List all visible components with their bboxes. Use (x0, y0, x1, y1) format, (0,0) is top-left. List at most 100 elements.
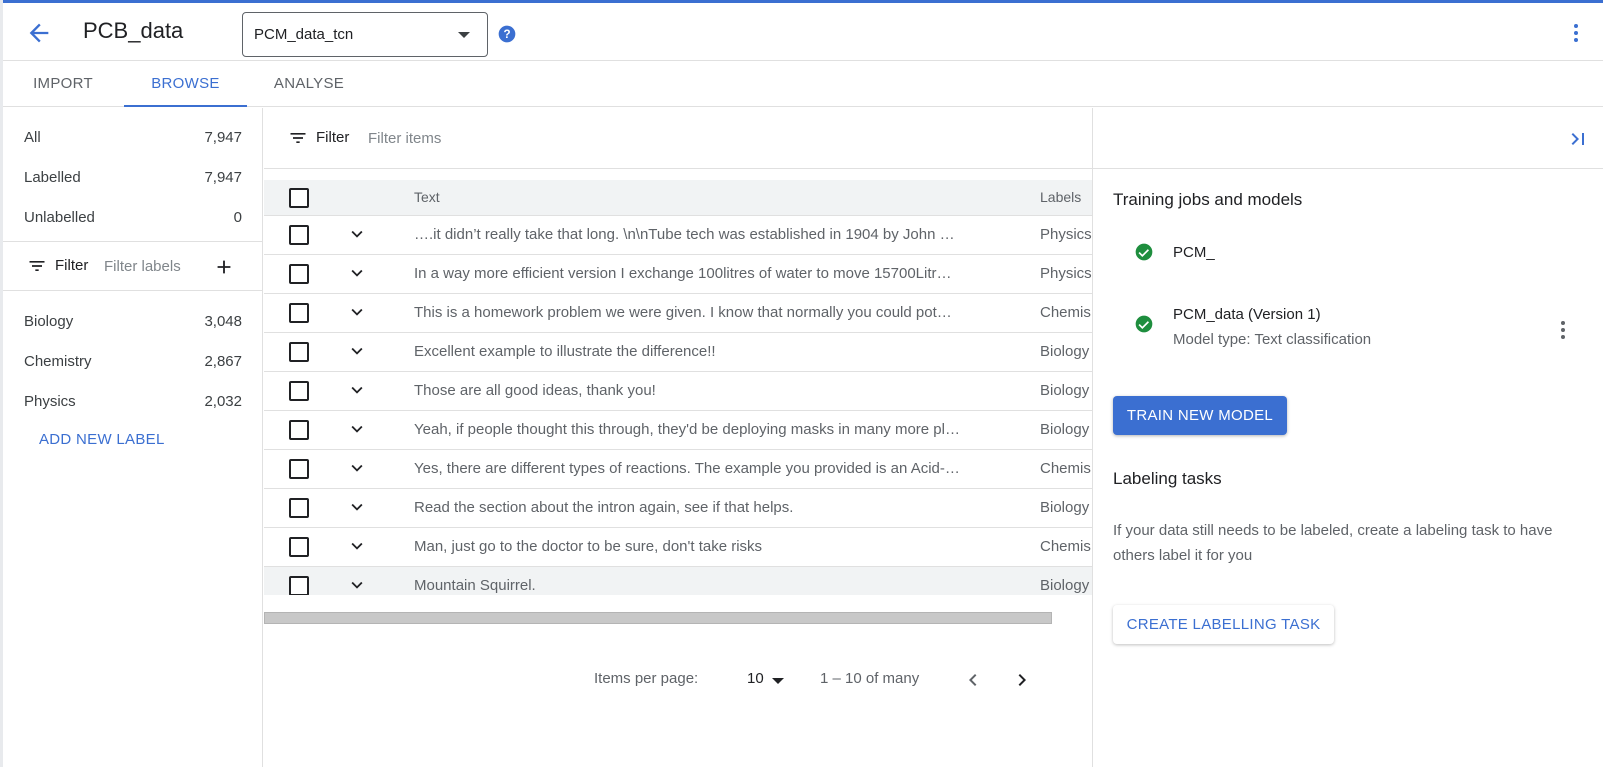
count-row-unlabelled[interactable]: Unlabelled 0 (3, 198, 263, 238)
items-per-page-value: 10 (747, 670, 764, 687)
cell-label: Biology (1040, 421, 1090, 438)
chevron-down-icon[interactable] (346, 496, 368, 518)
dropdown-caret-icon (458, 32, 470, 38)
row-checkbox[interactable] (289, 342, 309, 362)
pagination: Items per page: 10 1 – 10 of many (264, 660, 1092, 700)
tab-browse[interactable]: BROWSE (124, 61, 247, 107)
label-count: 2,867 (204, 353, 242, 370)
cell-text: ….it didn’t really take that long. \n\nT… (414, 226, 955, 243)
svg-text:?: ? (503, 28, 510, 41)
chevron-down-icon[interactable] (346, 574, 368, 595)
model-item[interactable]: PCM_data (Version 1) Model type: Text cl… (1113, 304, 1583, 354)
count-label: Unlabelled (24, 209, 95, 226)
row-checkbox[interactable] (289, 264, 309, 284)
help-icon[interactable]: ? (497, 24, 517, 44)
chevron-down-icon[interactable] (346, 535, 368, 557)
label-count: 3,048 (204, 313, 242, 330)
items-per-page-select[interactable]: 10 (747, 668, 791, 692)
filter-items-input[interactable] (368, 127, 768, 149)
collapse-panel-icon[interactable] (1566, 127, 1590, 151)
page-range: 1 – 10 of many (820, 670, 920, 687)
filter-label: Filter (316, 129, 350, 146)
check-circle-icon (1135, 243, 1153, 261)
table-row[interactable]: This is a homework problem we were given… (264, 294, 1092, 333)
dataset-select[interactable]: PCM_data_tcn (242, 12, 488, 57)
cell-label: Biology (1040, 382, 1090, 399)
count-row-labelled[interactable]: Labelled 7,947 (3, 158, 263, 198)
labeling-description: If your data still needs to be labeled, … (1113, 522, 1553, 564)
table-row[interactable]: Read the section about the intron again,… (264, 489, 1092, 528)
tab-import[interactable]: IMPORT (21, 61, 105, 107)
chevron-right-icon[interactable] (1010, 668, 1034, 692)
table-row[interactable]: Those are all good ideas, thank you! Biol… (264, 372, 1092, 411)
more-vert-icon[interactable] (1551, 318, 1575, 342)
filter-label: Filter (55, 257, 89, 274)
cell-text: This is a homework problem we were given… (414, 304, 952, 321)
row-checkbox[interactable] (289, 303, 309, 323)
model-name: PCM_data (Version 1) (1173, 306, 1321, 323)
count-value: 0 (233, 209, 242, 226)
cell-label: Physics (1040, 226, 1092, 243)
cell-text: Yes, there are different types of reacti… (414, 460, 960, 477)
row-checkbox[interactable] (289, 381, 309, 401)
model-type: Model type: Text classification (1173, 331, 1372, 348)
chevron-down-icon[interactable] (346, 223, 368, 245)
row-checkbox[interactable] (289, 498, 309, 518)
chevron-down-icon[interactable] (346, 379, 368, 401)
table-row[interactable]: Mountain Squirrel. Biology (264, 567, 1092, 595)
table-row[interactable]: In a way more efficient version I exchan… (264, 255, 1092, 294)
cell-text: Read the section about the intron again,… (414, 499, 794, 516)
cell-label: Biology (1040, 577, 1090, 594)
count-value: 7,947 (204, 129, 242, 146)
app-header: PCB_data PCM_data_tcn ? (3, 3, 1603, 61)
row-checkbox[interactable] (289, 225, 309, 245)
cell-text: Mountain Squirrel. (414, 577, 536, 594)
chevron-down-icon[interactable] (346, 301, 368, 323)
column-header-text: Text (414, 189, 440, 205)
add-icon[interactable] (213, 256, 235, 278)
chevron-down-icon[interactable] (346, 457, 368, 479)
model-item[interactable]: PCM_ (1113, 242, 1583, 282)
select-all-checkbox[interactable] (289, 188, 309, 208)
cell-label: Physics (1040, 265, 1092, 282)
cell-label: Chemis (1040, 304, 1091, 321)
train-new-model-button[interactable]: TRAIN NEW MODEL (1113, 396, 1287, 435)
table-row[interactable]: Man, just go to the doctor to be sure, d… (264, 528, 1092, 567)
horizontal-scrollbar[interactable] (264, 612, 1052, 624)
row-checkbox[interactable] (289, 459, 309, 479)
cell-label: Chemis (1040, 460, 1091, 477)
table-row[interactable]: Yes, there are different types of reacti… (264, 450, 1092, 489)
model-name: PCM_ (1173, 244, 1215, 261)
tab-analyse[interactable]: ANALYSE (265, 61, 353, 107)
arrow-back-icon[interactable] (25, 19, 53, 47)
label-row-chemistry[interactable]: Chemistry 2,867 (3, 342, 263, 382)
items-filter-bar: Filter (264, 108, 1092, 169)
table-row[interactable]: ….it didn’t really take that long. \n\nT… (264, 216, 1092, 255)
filter-labels-input[interactable] (104, 255, 204, 277)
create-labelling-task-button[interactable]: CREATE LABELLING TASK (1113, 605, 1334, 644)
label-filter-bar: Filter (3, 242, 263, 290)
label-sidebar: All 7,947 Labelled 7,947 Unlabelled 0 Fi… (3, 108, 263, 767)
table-row[interactable]: Yeah, if people thought this through, th… (264, 411, 1092, 450)
label-count: 2,032 (204, 393, 242, 410)
chevron-left-icon[interactable] (961, 668, 985, 692)
row-checkbox[interactable] (289, 537, 309, 557)
chevron-down-icon[interactable] (346, 262, 368, 284)
label-row-biology[interactable]: Biology 3,048 (3, 302, 263, 342)
label-name: Chemistry (24, 353, 92, 370)
more-vert-icon[interactable] (1564, 21, 1588, 45)
count-value: 7,947 (204, 169, 242, 186)
panel-topbar (1093, 108, 1603, 169)
table-row[interactable]: Excellent example to illustrate the diff… (264, 333, 1092, 372)
label-row-physics[interactable]: Physics 2,032 (3, 382, 263, 422)
count-row-all[interactable]: All 7,947 (3, 118, 263, 158)
chevron-down-icon[interactable] (346, 340, 368, 362)
items-per-page-label: Items per page: (594, 670, 699, 687)
items-table: Text Labels ….it didn’t really take that… (264, 180, 1092, 595)
row-checkbox[interactable] (289, 576, 309, 595)
row-checkbox[interactable] (289, 420, 309, 440)
add-new-label-button[interactable]: ADD NEW LABEL (39, 431, 165, 448)
cell-text: Excellent example to illustrate the diff… (414, 343, 716, 360)
tab-bar: IMPORT BROWSE ANALYSE (3, 61, 1603, 107)
chevron-down-icon[interactable] (346, 418, 368, 440)
